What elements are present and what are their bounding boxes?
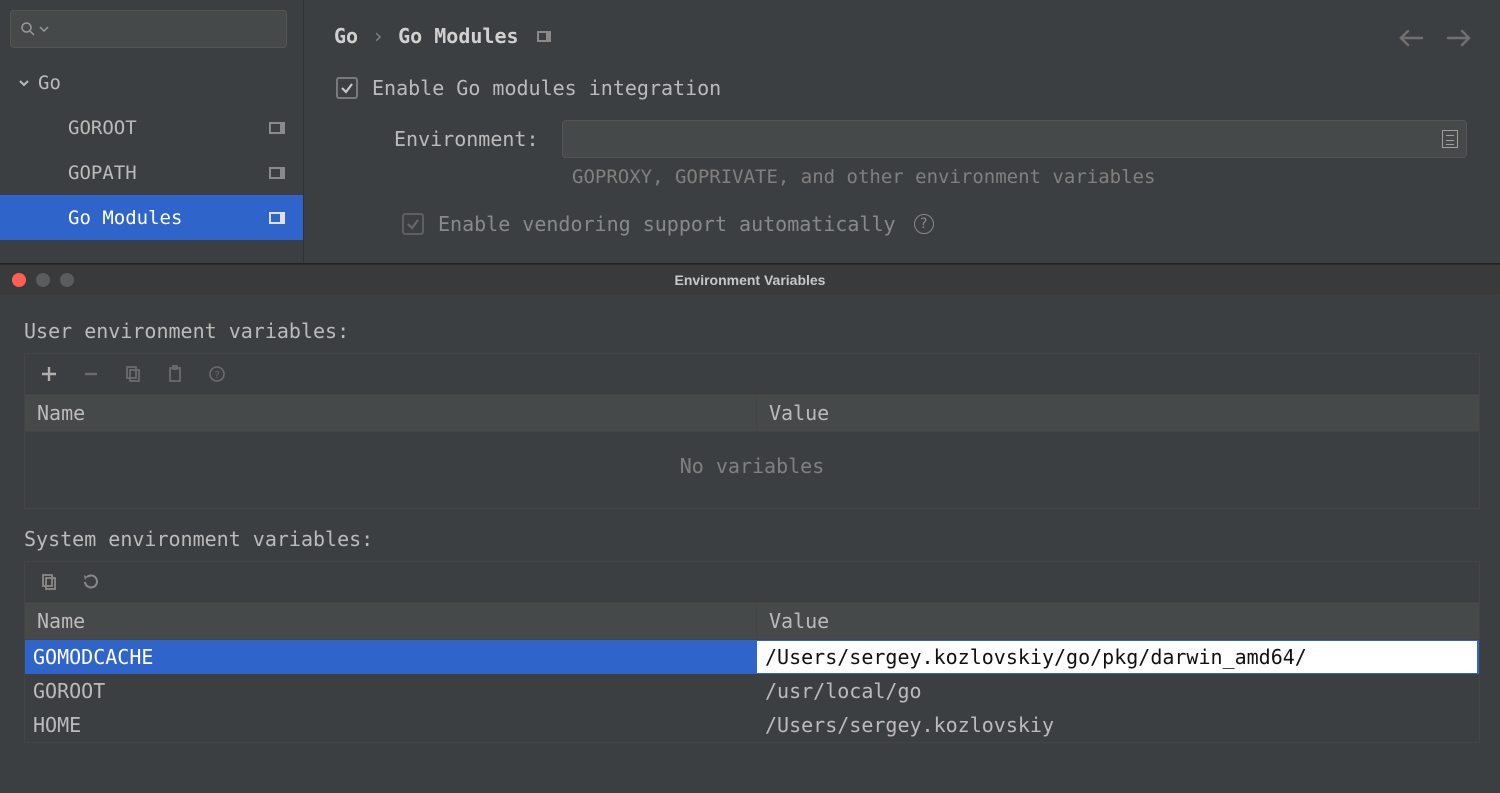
back-button[interactable] xyxy=(1398,28,1424,48)
enable-vendoring-checkbox[interactable]: Enable vendoring support automatically ? xyxy=(336,212,1470,236)
column-header-value[interactable]: Value xyxy=(757,395,1479,431)
table-row[interactable]: GOROOT/usr/local/go xyxy=(25,674,1479,708)
chevron-right-icon: › xyxy=(372,24,384,48)
user-vars-label: User environment variables: xyxy=(24,319,1480,343)
tree-item-go[interactable]: Go xyxy=(0,60,303,105)
window-close-button[interactable] xyxy=(12,273,26,287)
column-header-name[interactable]: Name xyxy=(25,603,757,639)
breadcrumb: Go › Go Modules xyxy=(334,24,1470,48)
cell-value: /usr/local/go xyxy=(757,675,1479,707)
environment-variables-dialog: Environment Variables User environment v… xyxy=(0,264,1500,793)
environment-hint: GOPROXY, GOPRIVATE, and other environmen… xyxy=(336,166,1470,188)
list-icon[interactable] xyxy=(1442,130,1458,148)
project-badge-icon xyxy=(269,167,285,179)
column-header-value[interactable]: Value xyxy=(757,603,1479,639)
copy-button[interactable] xyxy=(123,364,143,384)
revert-button[interactable] xyxy=(81,572,101,592)
settings-tree: Go GOROOT GOPATH Go Modules xyxy=(0,58,303,240)
help-icon[interactable]: ? xyxy=(207,364,227,384)
system-vars-label: System environment variables: xyxy=(24,527,1480,551)
cell-value: /Users/sergey.kozlovskiy xyxy=(757,709,1479,741)
tree-item-goroot[interactable]: GOROOT xyxy=(0,105,303,150)
add-button[interactable] xyxy=(39,364,59,384)
tree-item-label: Go Modules xyxy=(68,207,261,229)
remove-button[interactable] xyxy=(81,364,101,384)
breadcrumb-leaf: Go Modules xyxy=(398,24,518,48)
search-icon xyxy=(19,20,37,38)
help-icon[interactable]: ? xyxy=(914,214,934,234)
cell-name: GOMODCACHE xyxy=(25,641,757,673)
tree-item-label: Go xyxy=(38,72,303,94)
cell-name: GOROOT xyxy=(25,675,757,707)
environment-input[interactable] xyxy=(562,120,1467,158)
svg-text:?: ? xyxy=(214,370,220,381)
tree-item-label: GOROOT xyxy=(68,117,261,139)
cell-value[interactable]: /Users/sergey.kozlovskiy/go/pkg/darwin_a… xyxy=(757,641,1477,673)
chevron-down-icon xyxy=(18,77,30,89)
table-row[interactable]: HOME/Users/sergey.kozlovskiy xyxy=(25,708,1479,742)
project-badge-icon xyxy=(537,31,551,42)
breadcrumb-root[interactable]: Go xyxy=(334,24,358,48)
window-zoom-button[interactable] xyxy=(60,273,74,287)
table-row[interactable]: GOMODCACHE/Users/sergey.kozlovskiy/go/pk… xyxy=(25,640,1479,674)
forward-button[interactable] xyxy=(1446,28,1472,48)
checkbox-label: Enable vendoring support automatically xyxy=(438,212,896,236)
column-header-name[interactable]: Name xyxy=(25,395,757,431)
checkbox-icon xyxy=(402,213,424,235)
empty-table-message: No variables xyxy=(25,432,1479,508)
dialog-titlebar: Environment Variables xyxy=(0,265,1500,295)
project-badge-icon xyxy=(269,212,285,224)
tree-item-gopath[interactable]: GOPATH xyxy=(0,150,303,195)
cell-name: HOME xyxy=(25,709,757,741)
tree-item-go-modules[interactable]: Go Modules xyxy=(0,195,303,240)
chevron-down-icon xyxy=(39,24,49,34)
project-badge-icon xyxy=(269,122,285,134)
system-vars-table: Name Value GOMODCACHE/Users/sergey.kozlo… xyxy=(24,561,1480,743)
environment-label: Environment: xyxy=(394,127,544,151)
user-vars-table: ? Name Value No variables xyxy=(24,353,1480,509)
checkbox-icon xyxy=(336,77,358,99)
paste-button[interactable] xyxy=(165,364,185,384)
tree-item-label: GOPATH xyxy=(68,162,261,184)
copy-button[interactable] xyxy=(39,572,59,592)
window-minimize-button[interactable] xyxy=(36,273,50,287)
checkbox-label: Enable Go modules integration xyxy=(372,76,721,100)
dialog-title: Environment Variables xyxy=(675,272,826,288)
search-input[interactable] xyxy=(10,10,287,48)
enable-go-modules-checkbox[interactable]: Enable Go modules integration xyxy=(336,76,1470,100)
